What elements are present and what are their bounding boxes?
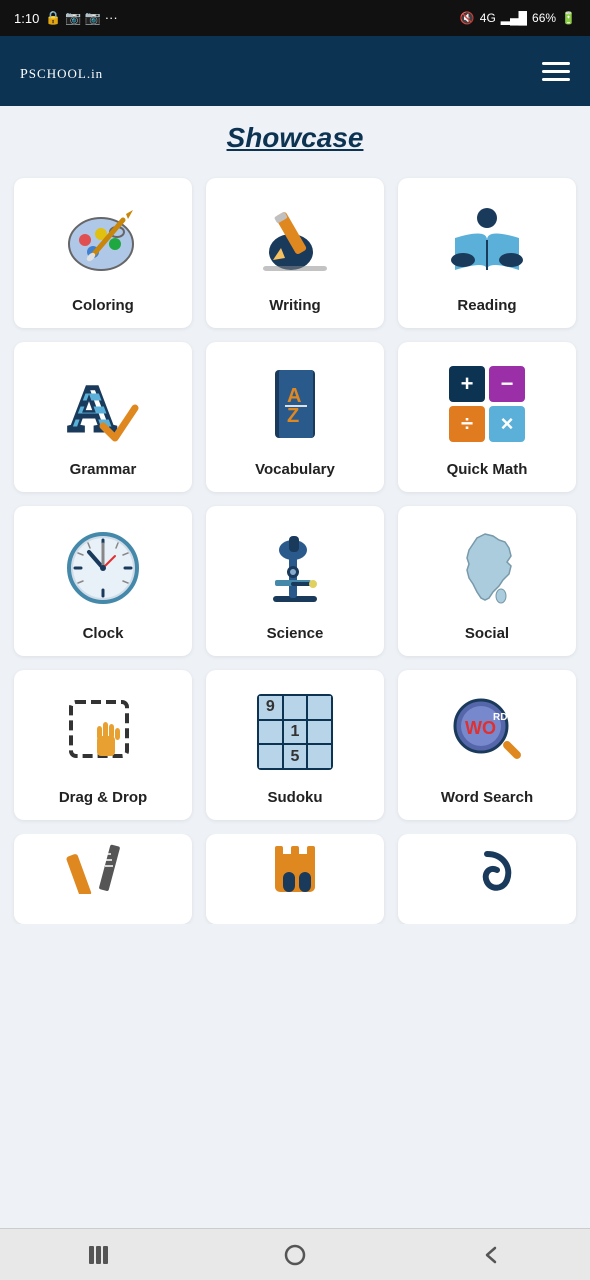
svg-text:A: A	[287, 385, 301, 407]
minus-symbol: −	[489, 366, 525, 402]
sudoku-label: Sudoku	[268, 789, 323, 806]
social-label: Social	[465, 625, 509, 642]
quickmath-label: Quick Math	[447, 461, 528, 478]
clock-item[interactable]: Clock	[14, 506, 192, 656]
menu-line-3	[542, 78, 570, 81]
time: 1:10	[14, 11, 39, 26]
science-item[interactable]: Science	[206, 506, 384, 656]
mute-icon: 🔇	[460, 11, 475, 25]
wordsearch-label: Word Search	[441, 789, 533, 806]
times-symbol: ×	[489, 406, 525, 442]
social-icon	[442, 523, 532, 613]
svg-text:RD: RD	[493, 712, 507, 723]
coloring-icon	[58, 195, 148, 285]
science-icon	[250, 523, 340, 613]
grammar-label: Grammar	[70, 461, 137, 478]
sudoku-cell-6	[308, 721, 331, 744]
menu-button[interactable]	[542, 62, 570, 81]
partial-item-1[interactable]	[14, 834, 192, 924]
vocabulary-icon: A Z	[250, 359, 340, 449]
coloring-item[interactable]: Coloring	[14, 178, 192, 328]
writing-icon	[250, 195, 340, 285]
svg-text:WO: WO	[465, 718, 496, 738]
reading-label: Reading	[457, 297, 516, 314]
writing-label: Writing	[269, 297, 320, 314]
battery-level: 66%	[532, 11, 556, 25]
vocabulary-label: Vocabulary	[255, 461, 335, 478]
sudoku-grid-visual: 9 1 5	[257, 694, 333, 770]
header: PSCHOOL.in	[0, 36, 590, 106]
clock-label: Clock	[83, 625, 124, 642]
notification-icons: 🔒 📷 📷 ···	[45, 10, 117, 26]
battery-icon: 🔋	[561, 11, 576, 25]
science-label: Science	[267, 625, 324, 642]
wordsearch-icon: WO RD	[442, 687, 532, 777]
sudoku-cell-4	[259, 721, 282, 744]
partial-item-3[interactable]	[398, 834, 576, 924]
reading-item[interactable]: Reading	[398, 178, 576, 328]
writing-item[interactable]: Writing	[206, 178, 384, 328]
logo[interactable]: PSCHOOL.in	[20, 58, 103, 84]
showcase-title: Showcase	[10, 122, 580, 154]
menu-line-1	[542, 62, 570, 65]
svg-text:Z: Z	[287, 405, 299, 427]
dragdrop-icon	[58, 687, 148, 777]
main-content: Showcase Colori	[0, 106, 590, 1228]
menu-line-2	[542, 70, 570, 73]
partial-row	[10, 834, 580, 924]
sudoku-cell-1: 9	[259, 696, 282, 719]
coloring-label: Coloring	[72, 297, 134, 314]
signal-bars: ▂▄█	[501, 11, 527, 25]
quickmath-item[interactable]: + − ÷ × Quick Math	[398, 342, 576, 492]
recent-apps-button[interactable]	[68, 1235, 128, 1275]
divide-symbol: ÷	[449, 406, 485, 442]
logo-text: PSCHOOL.in	[20, 67, 103, 82]
wordsearch-item[interactable]: WO RD Word Search	[398, 670, 576, 820]
back-button[interactable]	[462, 1235, 522, 1275]
bottom-nav	[0, 1228, 590, 1280]
status-right: 🔇 4G ▂▄█ 66% 🔋	[460, 11, 576, 25]
activity-grid: Coloring Writing	[10, 178, 580, 820]
vocabulary-item[interactable]: A Z Vocabulary	[206, 342, 384, 492]
grammar-icon: A A	[58, 359, 148, 449]
social-item[interactable]: Social	[398, 506, 576, 656]
grammar-item[interactable]: A A Grammar	[14, 342, 192, 492]
reading-icon	[442, 195, 532, 285]
sudoku-cell-7	[259, 745, 282, 768]
sudoku-cell-5: 1	[284, 721, 307, 744]
sudoku-icon: 9 1 5	[250, 687, 340, 777]
signal-label: 4G	[480, 11, 496, 25]
sudoku-cell-3	[308, 696, 331, 719]
dragdrop-item[interactable]: Drag & Drop	[14, 670, 192, 820]
status-bar: 1:10 🔒 📷 📷 ··· 🔇 4G ▂▄█ 66% 🔋	[0, 0, 590, 36]
sudoku-item[interactable]: 9 1 5 Sudoku	[206, 670, 384, 820]
home-button[interactable]	[265, 1235, 325, 1275]
sudoku-cell-2	[284, 696, 307, 719]
partial-item-2[interactable]	[206, 834, 384, 924]
sudoku-cell-9	[308, 745, 331, 768]
status-left: 1:10 🔒 📷 📷 ···	[14, 10, 118, 26]
quickmath-icon: + − ÷ ×	[442, 359, 532, 449]
sudoku-cell-8: 5	[284, 745, 307, 768]
clock-icon	[58, 523, 148, 613]
dragdrop-label: Drag & Drop	[59, 789, 147, 806]
plus-symbol: +	[449, 366, 485, 402]
